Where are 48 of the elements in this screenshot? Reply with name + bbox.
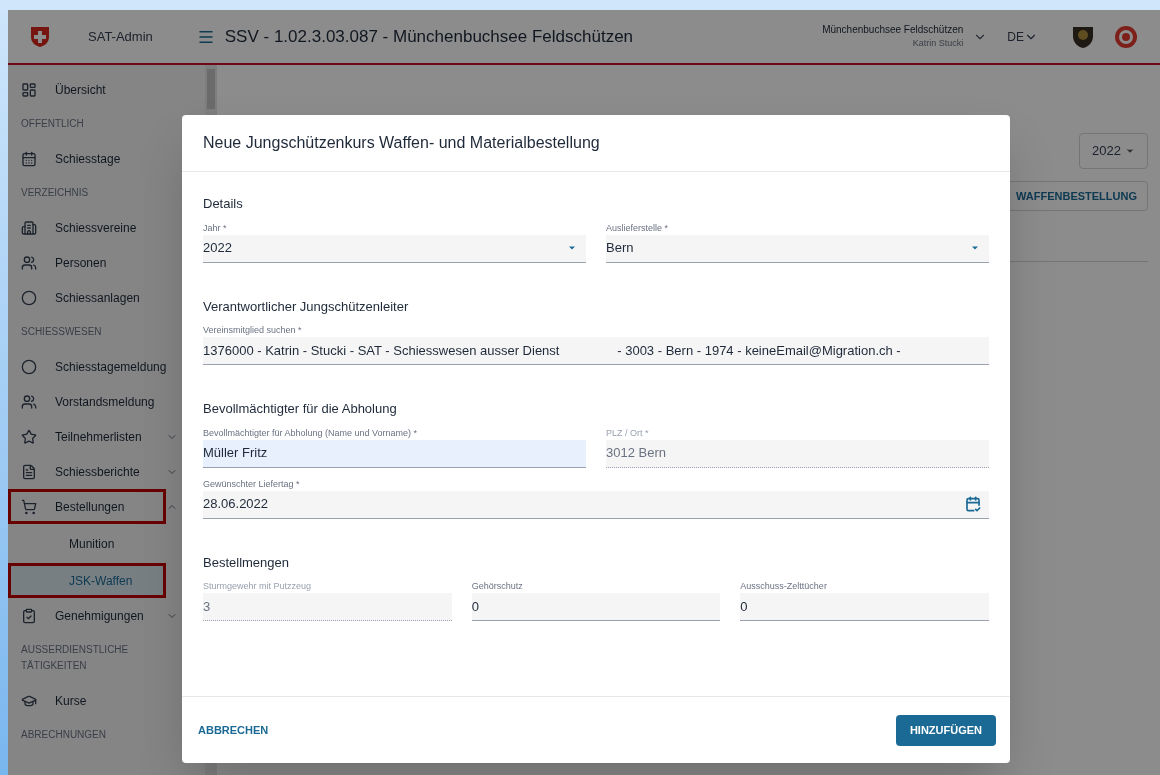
sidebar-subitem[interactable]: Munition bbox=[8, 526, 166, 561]
cart-icon bbox=[21, 498, 37, 515]
page-title: SSV - 1.02.3.03.087 - Münchenbuchsee Feldschützen bbox=[224, 25, 634, 48]
circle-icon bbox=[21, 358, 37, 375]
sidebar-section-label: ABRECHNUNGEN bbox=[21, 728, 107, 742]
sidebar-section-label: AUSSERDIENSTLICHE TÄTIGKEITEN bbox=[21, 643, 130, 673]
caret-icon bbox=[1125, 146, 1135, 156]
sidebar-item[interactable]: Kurse bbox=[8, 683, 166, 718]
account-user: Katrin Stucki bbox=[912, 37, 964, 51]
app-name: SAT-Admin bbox=[88, 27, 153, 46]
sidebar-item[interactable]: Schiesstage bbox=[8, 141, 166, 176]
sidebar-item[interactable]: Übersicht bbox=[8, 72, 166, 107]
dashboard-icon bbox=[21, 81, 37, 98]
target-icon bbox=[1114, 24, 1138, 49]
sidebar-item[interactable]: Teilnehmerlisten bbox=[8, 419, 166, 454]
sidebar-item[interactable]: Vorstandsmeldung bbox=[8, 384, 166, 419]
sidebar-subitem[interactable]: JSK-Waffen bbox=[8, 563, 166, 598]
section-heading: Details bbox=[203, 195, 244, 213]
calendar-icon bbox=[21, 150, 37, 167]
year-select[interactable]: 2022 bbox=[1079, 133, 1148, 169]
circle-icon bbox=[21, 289, 37, 306]
sidebar-item[interactable]: Schiessanlagen bbox=[8, 280, 166, 315]
sidebar-item[interactable]: Personen bbox=[8, 245, 166, 280]
people-icon bbox=[21, 254, 37, 271]
sidebar-item[interactable]: Schiessvereine bbox=[8, 210, 166, 245]
people-icon bbox=[21, 393, 37, 410]
shield-cross-icon bbox=[30, 25, 50, 48]
clipboard-check-icon bbox=[21, 607, 37, 624]
account-club: Münchenbuchsee Feldschützen bbox=[822, 23, 964, 38]
crest-icon bbox=[1072, 24, 1094, 49]
dialog-title: Neue Jungschützenkurs Waffen- und Materialbestellung bbox=[203, 133, 600, 153]
language-select[interactable]: DE bbox=[1007, 27, 1038, 46]
sidebar-section-label: SCHIESSWESEN bbox=[21, 325, 103, 339]
building-icon bbox=[21, 219, 37, 236]
section-heading: Verantwortlicher Jungschützenleiter bbox=[203, 297, 410, 316]
sidebar-section-label: OFFENTLICH bbox=[21, 117, 85, 131]
sidebar-item[interactable]: Schiessberichte bbox=[8, 454, 166, 489]
document-icon bbox=[21, 463, 37, 480]
section-heading: Bevollmächtigter für die Abholung bbox=[203, 400, 398, 418]
star-icon bbox=[21, 428, 37, 445]
section-heading: Bestellmengen bbox=[203, 553, 290, 572]
sidebar-section-label: VERZEICHNIS bbox=[21, 186, 90, 200]
sidebar-item[interactable]: Genehmigungen bbox=[8, 598, 166, 633]
sidebar-item[interactable]: Schiesstagemeldung bbox=[8, 349, 166, 384]
cancel-button[interactable]: ABBRECHEN bbox=[196, 721, 271, 739]
add-button[interactable]: HINZUFÜGEN bbox=[895, 714, 996, 746]
calendar-icon[interactable] bbox=[965, 496, 981, 512]
sidebar-item[interactable]: Bestellungen bbox=[8, 489, 166, 524]
